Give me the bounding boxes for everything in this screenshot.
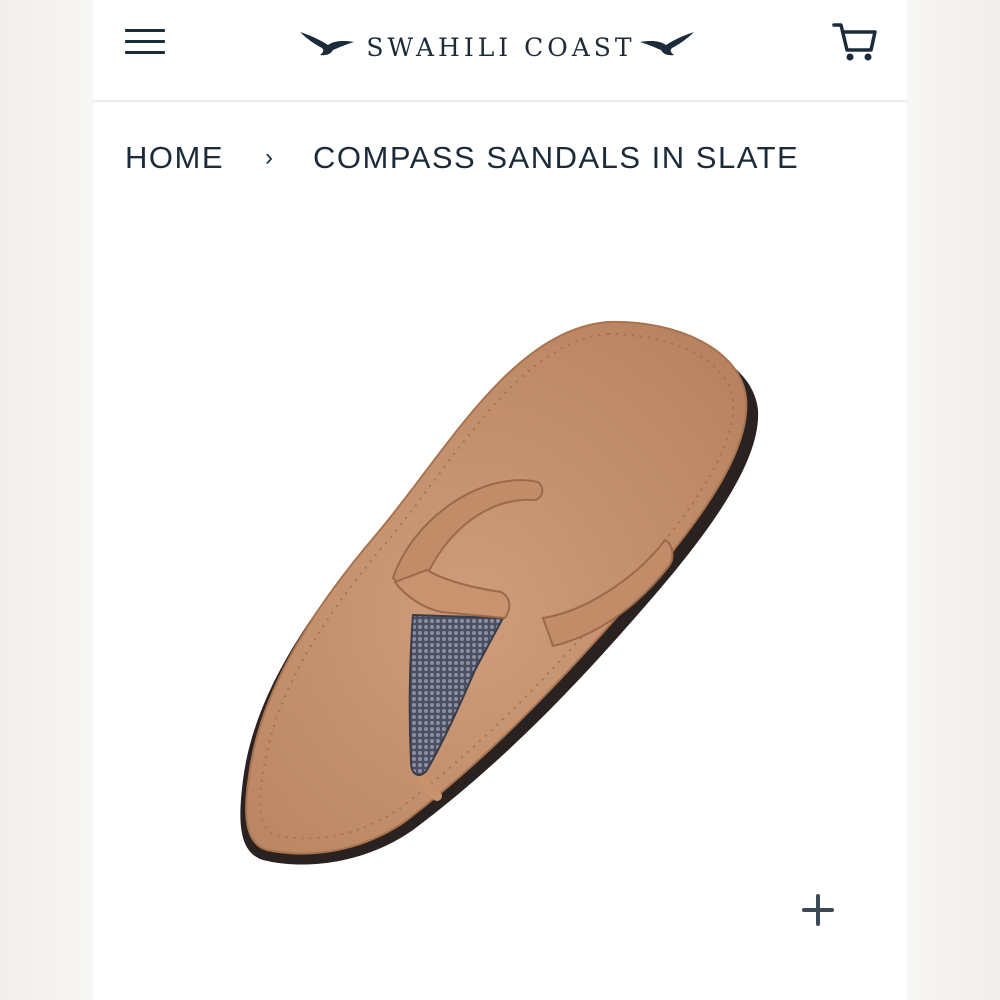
- breadcrumb-separator: ›: [265, 144, 273, 171]
- shopping-cart-icon: [832, 23, 877, 61]
- swallow-bird-icon: [300, 32, 354, 56]
- plus-icon: [802, 894, 834, 926]
- swallow-bird-icon: [640, 32, 694, 56]
- hamburger-menu-icon-line: [125, 51, 165, 54]
- brand-name: SWAHILI COAST: [366, 33, 636, 62]
- hamburger-menu-icon-line: [125, 40, 165, 43]
- breadcrumb-home-link[interactable]: HOME: [125, 140, 224, 176]
- sandal-product-image: [240, 320, 759, 865]
- cart-button[interactable]: [831, 20, 879, 64]
- left-background: [0, 0, 93, 1000]
- product-image[interactable]: [213, 300, 773, 880]
- product-page: SWAHILI COAST HOME › COMPASS SANDALS IN …: [93, 0, 907, 1000]
- brand-logo[interactable]: SWAHILI COAST: [298, 22, 698, 72]
- zoom-button[interactable]: [798, 890, 838, 930]
- hamburger-menu-icon-line: [125, 29, 165, 32]
- breadcrumb-current-page: COMPASS SANDALS IN SLATE: [313, 140, 800, 175]
- site-header: SWAHILI COAST: [93, 0, 907, 102]
- right-background: [907, 0, 1000, 1000]
- menu-button[interactable]: [125, 25, 167, 57]
